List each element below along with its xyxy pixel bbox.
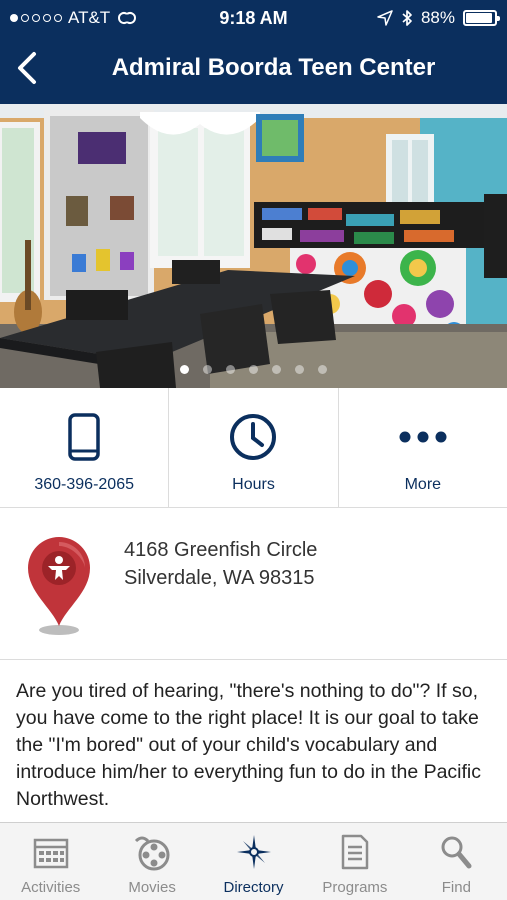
tab-directory[interactable]: Directory — [203, 823, 304, 900]
tab-label-activities: Activities — [21, 879, 81, 896]
tab-movies[interactable]: Movies — [101, 823, 202, 900]
battery-icon — [463, 10, 500, 26]
tab-label-directory: Directory — [223, 879, 284, 896]
clock-icon — [230, 414, 277, 460]
hours-button[interactable]: Hours — [169, 388, 339, 507]
pager-dot[interactable] — [226, 365, 235, 374]
status-bar: AT&T 9:18 AM 88% — [0, 0, 507, 36]
description-text: Are you tired of hearing, "there's nothi… — [16, 680, 482, 810]
tab-label-find: Find — [441, 879, 471, 896]
header: AT&T 9:18 AM 88% Admiral Boorda Teen Cen… — [0, 0, 507, 104]
tab-programs[interactable]: Programs — [304, 823, 405, 900]
photo-carousel[interactable] — [0, 104, 507, 388]
tab-label-programs: Programs — [322, 879, 388, 896]
address-line-1: 4168 Greenfish Circle — [124, 539, 318, 561]
hours-button-label: Hours — [232, 476, 275, 493]
address-row[interactable]: 4168 Greenfish Circle Silverdale, WA 983… — [0, 508, 507, 660]
action-row: 360-396-2065 Hours More — [0, 388, 507, 508]
pager-dot[interactable] — [318, 365, 327, 374]
address-line-2: Silverdale, WA 98315 — [124, 567, 315, 589]
call-button[interactable]: 360-396-2065 — [0, 388, 170, 507]
pager-dot[interactable] — [272, 365, 281, 374]
location-arrow-icon — [377, 10, 393, 26]
tab-activities[interactable]: Activities — [0, 823, 101, 900]
teen-center-photo — [0, 104, 507, 388]
tab-find[interactable]: Find — [406, 823, 507, 900]
document-icon — [341, 834, 369, 870]
carousel-page-indicator[interactable] — [0, 365, 507, 374]
tab-label-movies: Movies — [128, 879, 176, 896]
more-icon — [399, 431, 447, 443]
address-text: 4168 Greenfish Circle Silverdale, WA 983… — [124, 536, 317, 592]
pager-dot[interactable] — [203, 365, 212, 374]
compass-star-icon — [236, 835, 271, 869]
more-button[interactable]: More — [339, 388, 507, 507]
page-title: Admiral Boorda Teen Center — [111, 54, 436, 81]
call-button-label: 360-396-2065 — [34, 476, 134, 493]
bluetooth-icon — [402, 10, 412, 26]
phone-icon — [68, 413, 100, 461]
tab-bar: Activities Movies Directory Programs Fin… — [0, 822, 507, 900]
pager-dot[interactable] — [180, 365, 189, 374]
calendar-icon — [33, 838, 68, 869]
pager-dot[interactable] — [295, 365, 304, 374]
status-right: 88% — [377, 8, 500, 28]
back-chevron-icon[interactable] — [14, 50, 40, 86]
battery-percent: 88% — [420, 8, 455, 27]
map-pin-icon — [28, 537, 90, 635]
more-button-label: More — [404, 476, 442, 493]
film-reel-icon — [135, 836, 170, 871]
magnifier-icon — [441, 836, 472, 869]
pager-dot[interactable] — [249, 365, 258, 374]
